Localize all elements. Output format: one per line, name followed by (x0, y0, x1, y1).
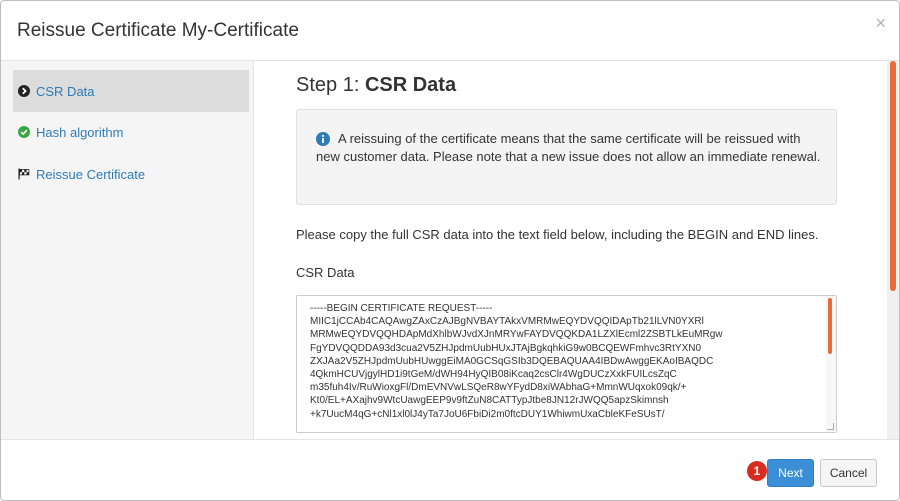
sidebar-item-label: CSR Data (36, 83, 95, 99)
chevron-right-circle-icon (18, 85, 30, 97)
next-button[interactable]: Next (767, 459, 814, 487)
sidebar-item-reissue-certificate[interactable]: Reissue Certificate (13, 153, 249, 195)
step-title: CSR Data (364, 74, 457, 96)
csr-data-textarea[interactable]: -----BEGIN CERTIFICATE REQUEST----- MIIC… (296, 295, 837, 433)
sidebar-item-csr-data[interactable]: CSR Data (13, 70, 249, 112)
info-alert: A reissuing of the certificate means tha… (296, 109, 837, 205)
step-heading: Step 1: CSR Data (296, 74, 456, 97)
content-scrollbar-thumb[interactable] (890, 61, 896, 291)
reissue-certificate-dialog: Reissue Certificate My-Certificate × CSR… (0, 0, 900, 501)
content-scrollbar[interactable] (887, 61, 899, 439)
csr-data-value: -----BEGIN CERTIFICATE REQUEST----- MIIC… (310, 303, 723, 420)
check-circle-icon (18, 126, 30, 138)
textarea-scrollbar[interactable] (826, 296, 836, 432)
sidebar-item-label: Reissue Certificate (36, 166, 146, 182)
wizard-steps-sidebar: CSR Data Hash algorithm Reissue Certific… (1, 61, 254, 439)
cancel-button[interactable]: Cancel (820, 459, 877, 487)
step-prefix: Step 1: (296, 74, 360, 96)
info-text: A reissuing of the certificate means tha… (316, 131, 821, 164)
dialog-header: Reissue Certificate My-Certificate × (1, 1, 899, 61)
sidebar-item-label: Hash algorithm (36, 124, 124, 140)
csr-data-label: CSR Data (296, 265, 355, 280)
close-icon[interactable]: × (875, 14, 886, 32)
csr-instruction: Please copy the full CSR data into the t… (296, 227, 819, 242)
dialog-title: Reissue Certificate My-Certificate (17, 20, 299, 41)
step-content: Step 1: CSR Data A reissuing of the cert… (253, 61, 887, 439)
resize-grip-icon[interactable] (827, 423, 834, 430)
sidebar-item-hash-algorithm[interactable]: Hash algorithm (13, 111, 249, 153)
textarea-scrollbar-thumb[interactable] (828, 298, 832, 354)
dialog-footer: 1 Next Cancel (1, 439, 899, 500)
flag-checkered-icon (18, 168, 30, 180)
step-annotation-badge: 1 (747, 461, 767, 481)
